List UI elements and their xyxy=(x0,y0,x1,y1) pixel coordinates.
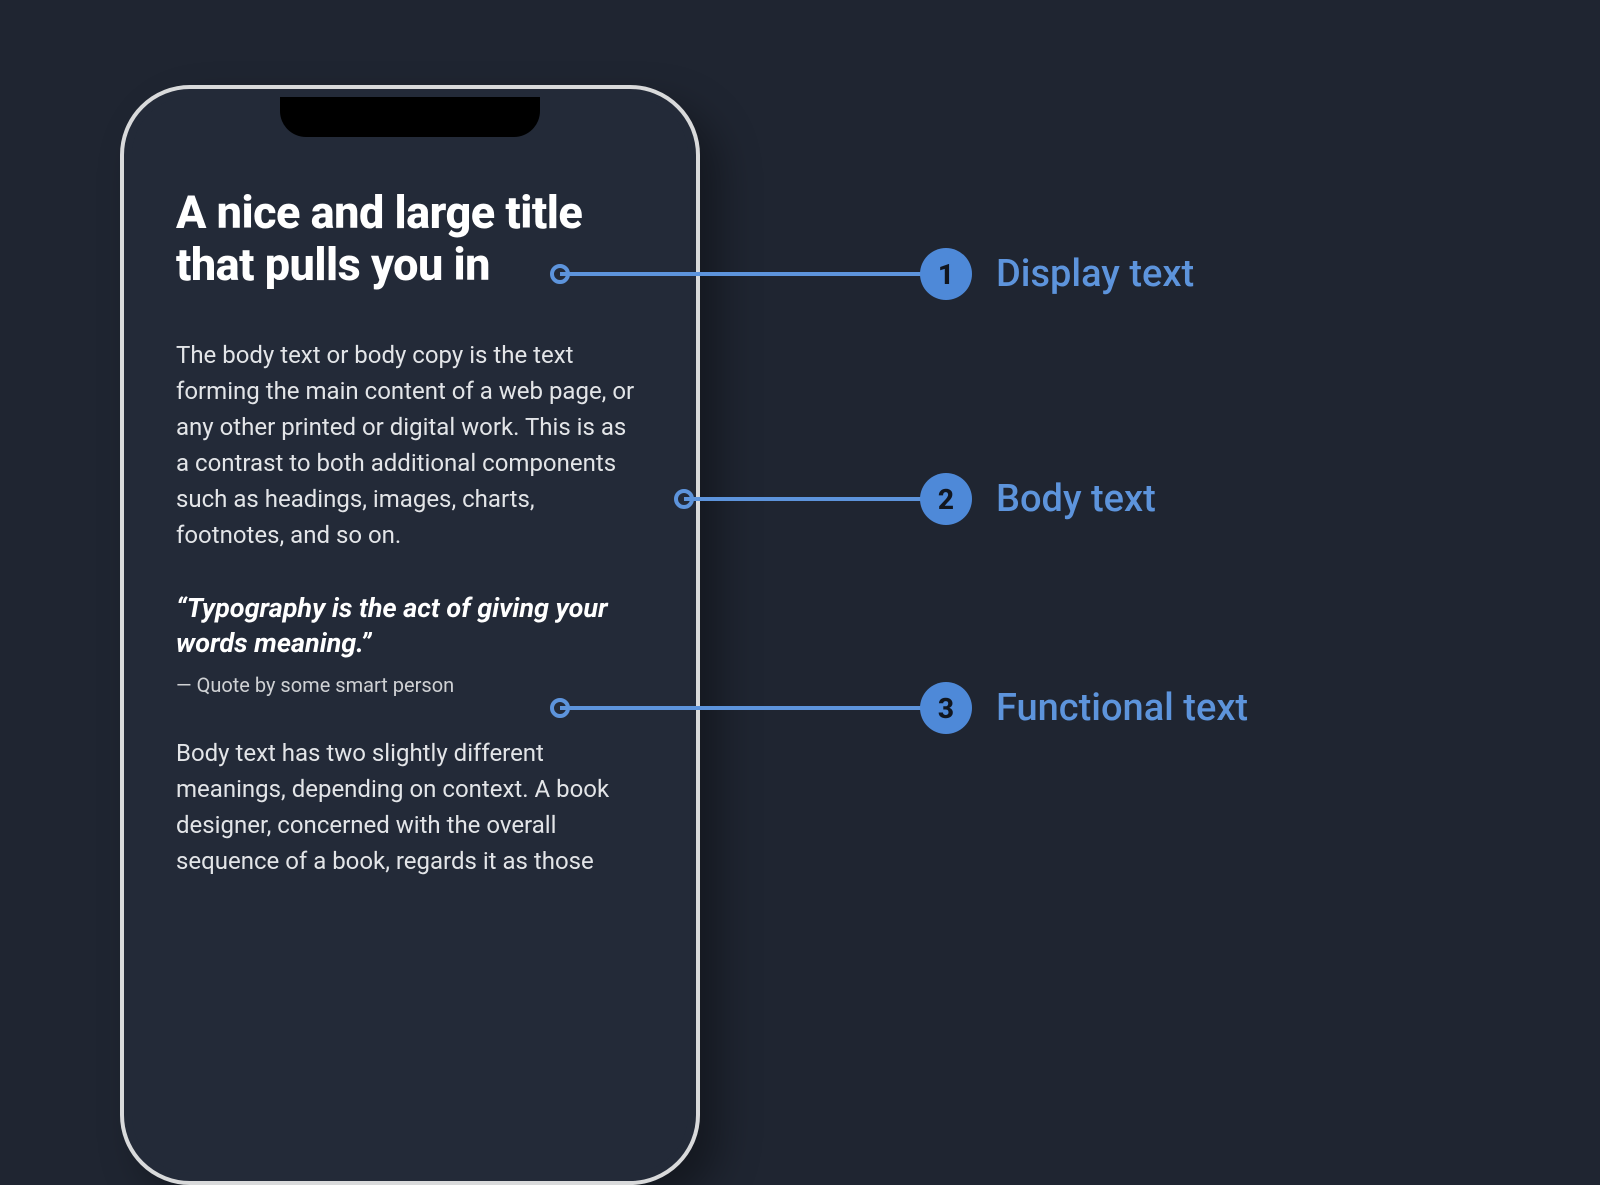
quote-attribution: — Quote by some smart person xyxy=(176,673,644,697)
callout-label-1: Display text xyxy=(996,252,1194,296)
phone-notch xyxy=(280,97,540,137)
phone-inner: A nice and large title that pulls you in… xyxy=(132,97,688,1173)
callout-label-3: Functional text xyxy=(996,686,1248,730)
callout-label-2: Body text xyxy=(996,477,1156,521)
pull-quote: “Typography is the act of giving your wo… xyxy=(176,591,644,661)
callout-display-text: 1 Display text xyxy=(920,248,1194,300)
body-text-2: Body text has two slightly different mea… xyxy=(176,735,644,879)
callout-badge-3: 3 xyxy=(920,682,972,734)
callout-badge-1: 1 xyxy=(920,248,972,300)
phone-screen: A nice and large title that pulls you in… xyxy=(132,97,688,879)
display-title: A nice and large title that pulls you in xyxy=(176,187,644,291)
callout-functional-text: 3 Functional text xyxy=(920,682,1248,734)
body-text-1: The body text or body copy is the text f… xyxy=(176,337,644,553)
phone-frame: A nice and large title that pulls you in… xyxy=(120,85,700,1185)
callout-badge-2: 2 xyxy=(920,473,972,525)
callout-body-text: 2 Body text xyxy=(920,473,1156,525)
